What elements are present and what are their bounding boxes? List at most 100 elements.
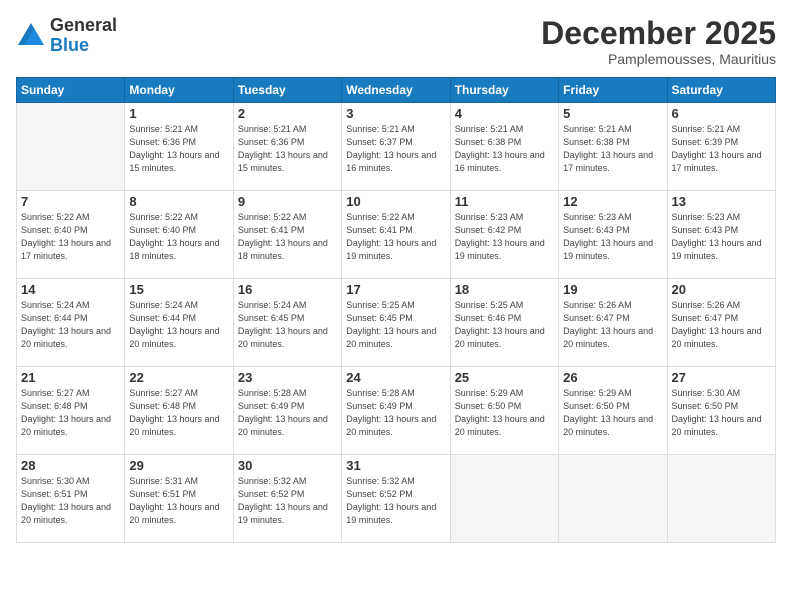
logo-general: General <box>50 16 117 36</box>
day-info: Sunrise: 5:26 AMSunset: 6:47 PMDaylight:… <box>672 299 771 351</box>
calendar-cell: 13 Sunrise: 5:23 AMSunset: 6:43 PMDayligh… <box>667 191 775 279</box>
day-info: Sunrise: 5:28 AMSunset: 6:49 PMDaylight:… <box>238 387 337 439</box>
calendar-cell: 26 Sunrise: 5:29 AMSunset: 6:50 PMDayligh… <box>559 367 667 455</box>
day-number: 12 <box>563 194 662 209</box>
day-info: Sunrise: 5:22 AMSunset: 6:40 PMDaylight:… <box>21 211 120 263</box>
day-info: Sunrise: 5:30 AMSunset: 6:50 PMDaylight:… <box>672 387 771 439</box>
day-number: 26 <box>563 370 662 385</box>
calendar-cell: 11Sunrise: 5:23 AMSunset: 6:42 PMDayligh… <box>450 191 558 279</box>
location-subtitle: Pamplemousses, Mauritius <box>541 51 776 67</box>
page: General Blue December 2025 Pamplemousses… <box>0 0 792 612</box>
calendar-cell: 10 Sunrise: 5:22 AMSunset: 6:41 PMDayligh… <box>342 191 450 279</box>
day-number: 16 <box>238 282 337 297</box>
day-number: 7 <box>21 194 120 209</box>
calendar-table: SundayMondayTuesdayWednesdayThursdayFrid… <box>16 77 776 543</box>
calendar-col-header: Monday <box>125 78 233 103</box>
day-info: Sunrise: 5:21 AMSunset: 6:36 PMDaylight:… <box>129 123 228 175</box>
calendar-cell <box>450 455 558 543</box>
calendar-cell <box>559 455 667 543</box>
day-number: 10 <box>346 194 445 209</box>
day-info: Sunrise: 5:24 AMSunset: 6:45 PMDaylight:… <box>238 299 337 351</box>
day-number: 24 <box>346 370 445 385</box>
day-number: 31 <box>346 458 445 473</box>
day-number: 8 <box>129 194 228 209</box>
day-info: Sunrise: 5:23 AMSunset: 6:43 PMDaylight:… <box>672 211 771 263</box>
calendar-cell: 22 Sunrise: 5:27 AMSunset: 6:48 PMDayligh… <box>125 367 233 455</box>
calendar-col-header: Friday <box>559 78 667 103</box>
title-block: December 2025 Pamplemousses, Mauritius <box>541 16 776 67</box>
calendar-cell: 12 Sunrise: 5:23 AMSunset: 6:43 PMDayligh… <box>559 191 667 279</box>
calendar-header-row: SundayMondayTuesdayWednesdayThursdayFrid… <box>17 78 776 103</box>
day-number: 5 <box>563 106 662 121</box>
day-info: Sunrise: 5:27 AMSunset: 6:48 PMDaylight:… <box>21 387 120 439</box>
day-number: 15 <box>129 282 228 297</box>
month-title: December 2025 <box>541 16 776 51</box>
day-number: 27 <box>672 370 771 385</box>
day-number: 3 <box>346 106 445 121</box>
header: General Blue December 2025 Pamplemousses… <box>16 16 776 67</box>
calendar-cell: 14Sunrise: 5:24 AMSunset: 6:44 PMDayligh… <box>17 279 125 367</box>
calendar-cell: 1Sunrise: 5:21 AMSunset: 6:36 PMDaylight… <box>125 103 233 191</box>
day-number: 9 <box>238 194 337 209</box>
day-info: Sunrise: 5:21 AMSunset: 6:38 PMDaylight:… <box>563 123 662 175</box>
day-info: Sunrise: 5:23 AMSunset: 6:43 PMDaylight:… <box>563 211 662 263</box>
day-number: 30 <box>238 458 337 473</box>
logo-icon <box>16 21 46 51</box>
day-info: Sunrise: 5:25 AMSunset: 6:46 PMDaylight:… <box>455 299 554 351</box>
day-info: Sunrise: 5:22 AMSunset: 6:41 PMDaylight:… <box>346 211 445 263</box>
calendar-cell: 9 Sunrise: 5:22 AMSunset: 6:41 PMDaylight… <box>233 191 341 279</box>
day-info: Sunrise: 5:31 AMSunset: 6:51 PMDaylight:… <box>129 475 228 527</box>
day-number: 21 <box>21 370 120 385</box>
day-info: Sunrise: 5:22 AMSunset: 6:41 PMDaylight:… <box>238 211 337 263</box>
calendar-cell: 8 Sunrise: 5:22 AMSunset: 6:40 PMDaylight… <box>125 191 233 279</box>
day-info: Sunrise: 5:21 AMSunset: 6:37 PMDaylight:… <box>346 123 445 175</box>
day-number: 22 <box>129 370 228 385</box>
calendar-cell: 17Sunrise: 5:25 AMSunset: 6:45 PMDayligh… <box>342 279 450 367</box>
day-info: Sunrise: 5:27 AMSunset: 6:48 PMDaylight:… <box>129 387 228 439</box>
calendar-col-header: Wednesday <box>342 78 450 103</box>
day-info: Sunrise: 5:23 AMSunset: 6:42 PMDaylight:… <box>455 211 554 263</box>
calendar-cell: 27 Sunrise: 5:30 AMSunset: 6:50 PMDayligh… <box>667 367 775 455</box>
day-number: 2 <box>238 106 337 121</box>
day-info: Sunrise: 5:32 AMSunset: 6:52 PMDaylight:… <box>238 475 337 527</box>
day-info: Sunrise: 5:24 AMSunset: 6:44 PMDaylight:… <box>21 299 120 351</box>
day-number: 13 <box>672 194 771 209</box>
day-info: Sunrise: 5:29 AMSunset: 6:50 PMDaylight:… <box>455 387 554 439</box>
calendar-cell: 7 Sunrise: 5:22 AMSunset: 6:40 PMDaylight… <box>17 191 125 279</box>
day-number: 20 <box>672 282 771 297</box>
calendar-cell: 3 Sunrise: 5:21 AMSunset: 6:37 PMDaylight… <box>342 103 450 191</box>
day-info: Sunrise: 5:21 AMSunset: 6:39 PMDaylight:… <box>672 123 771 175</box>
calendar-cell: 18Sunrise: 5:25 AMSunset: 6:46 PMDayligh… <box>450 279 558 367</box>
calendar-week-row: 7 Sunrise: 5:22 AMSunset: 6:40 PMDaylight… <box>17 191 776 279</box>
calendar-cell: 2 Sunrise: 5:21 AMSunset: 6:36 PMDaylight… <box>233 103 341 191</box>
day-number: 28 <box>21 458 120 473</box>
calendar-cell: 16 Sunrise: 5:24 AMSunset: 6:45 PMDayligh… <box>233 279 341 367</box>
day-number: 29 <box>129 458 228 473</box>
day-info: Sunrise: 5:29 AMSunset: 6:50 PMDaylight:… <box>563 387 662 439</box>
calendar-cell: 23 Sunrise: 5:28 AMSunset: 6:49 PMDayligh… <box>233 367 341 455</box>
day-info: Sunrise: 5:22 AMSunset: 6:40 PMDaylight:… <box>129 211 228 263</box>
calendar-cell: 25 Sunrise: 5:29 AMSunset: 6:50 PMDayligh… <box>450 367 558 455</box>
calendar-cell: 4Sunrise: 5:21 AMSunset: 6:38 PMDaylight… <box>450 103 558 191</box>
calendar-cell <box>17 103 125 191</box>
calendar-week-row: 28 Sunrise: 5:30 AMSunset: 6:51 PMDayligh… <box>17 455 776 543</box>
calendar-week-row: 1Sunrise: 5:21 AMSunset: 6:36 PMDaylight… <box>17 103 776 191</box>
day-info: Sunrise: 5:24 AMSunset: 6:44 PMDaylight:… <box>129 299 228 351</box>
day-number: 25 <box>455 370 554 385</box>
calendar-cell <box>667 455 775 543</box>
calendar-cell: 15 Sunrise: 5:24 AMSunset: 6:44 PMDayligh… <box>125 279 233 367</box>
day-number: 17 <box>346 282 445 297</box>
day-info: Sunrise: 5:21 AMSunset: 6:36 PMDaylight:… <box>238 123 337 175</box>
calendar-week-row: 21 Sunrise: 5:27 AMSunset: 6:48 PMDayligh… <box>17 367 776 455</box>
logo-text: General Blue <box>50 16 117 56</box>
day-info: Sunrise: 5:30 AMSunset: 6:51 PMDaylight:… <box>21 475 120 527</box>
calendar-cell: 31Sunrise: 5:32 AMSunset: 6:52 PMDayligh… <box>342 455 450 543</box>
calendar-col-header: Sunday <box>17 78 125 103</box>
calendar-col-header: Thursday <box>450 78 558 103</box>
day-number: 23 <box>238 370 337 385</box>
day-number: 4 <box>455 106 554 121</box>
calendar-col-header: Tuesday <box>233 78 341 103</box>
calendar-cell: 28 Sunrise: 5:30 AMSunset: 6:51 PMDayligh… <box>17 455 125 543</box>
calendar-cell: 29 Sunrise: 5:31 AMSunset: 6:51 PMDayligh… <box>125 455 233 543</box>
calendar-cell: 21 Sunrise: 5:27 AMSunset: 6:48 PMDayligh… <box>17 367 125 455</box>
